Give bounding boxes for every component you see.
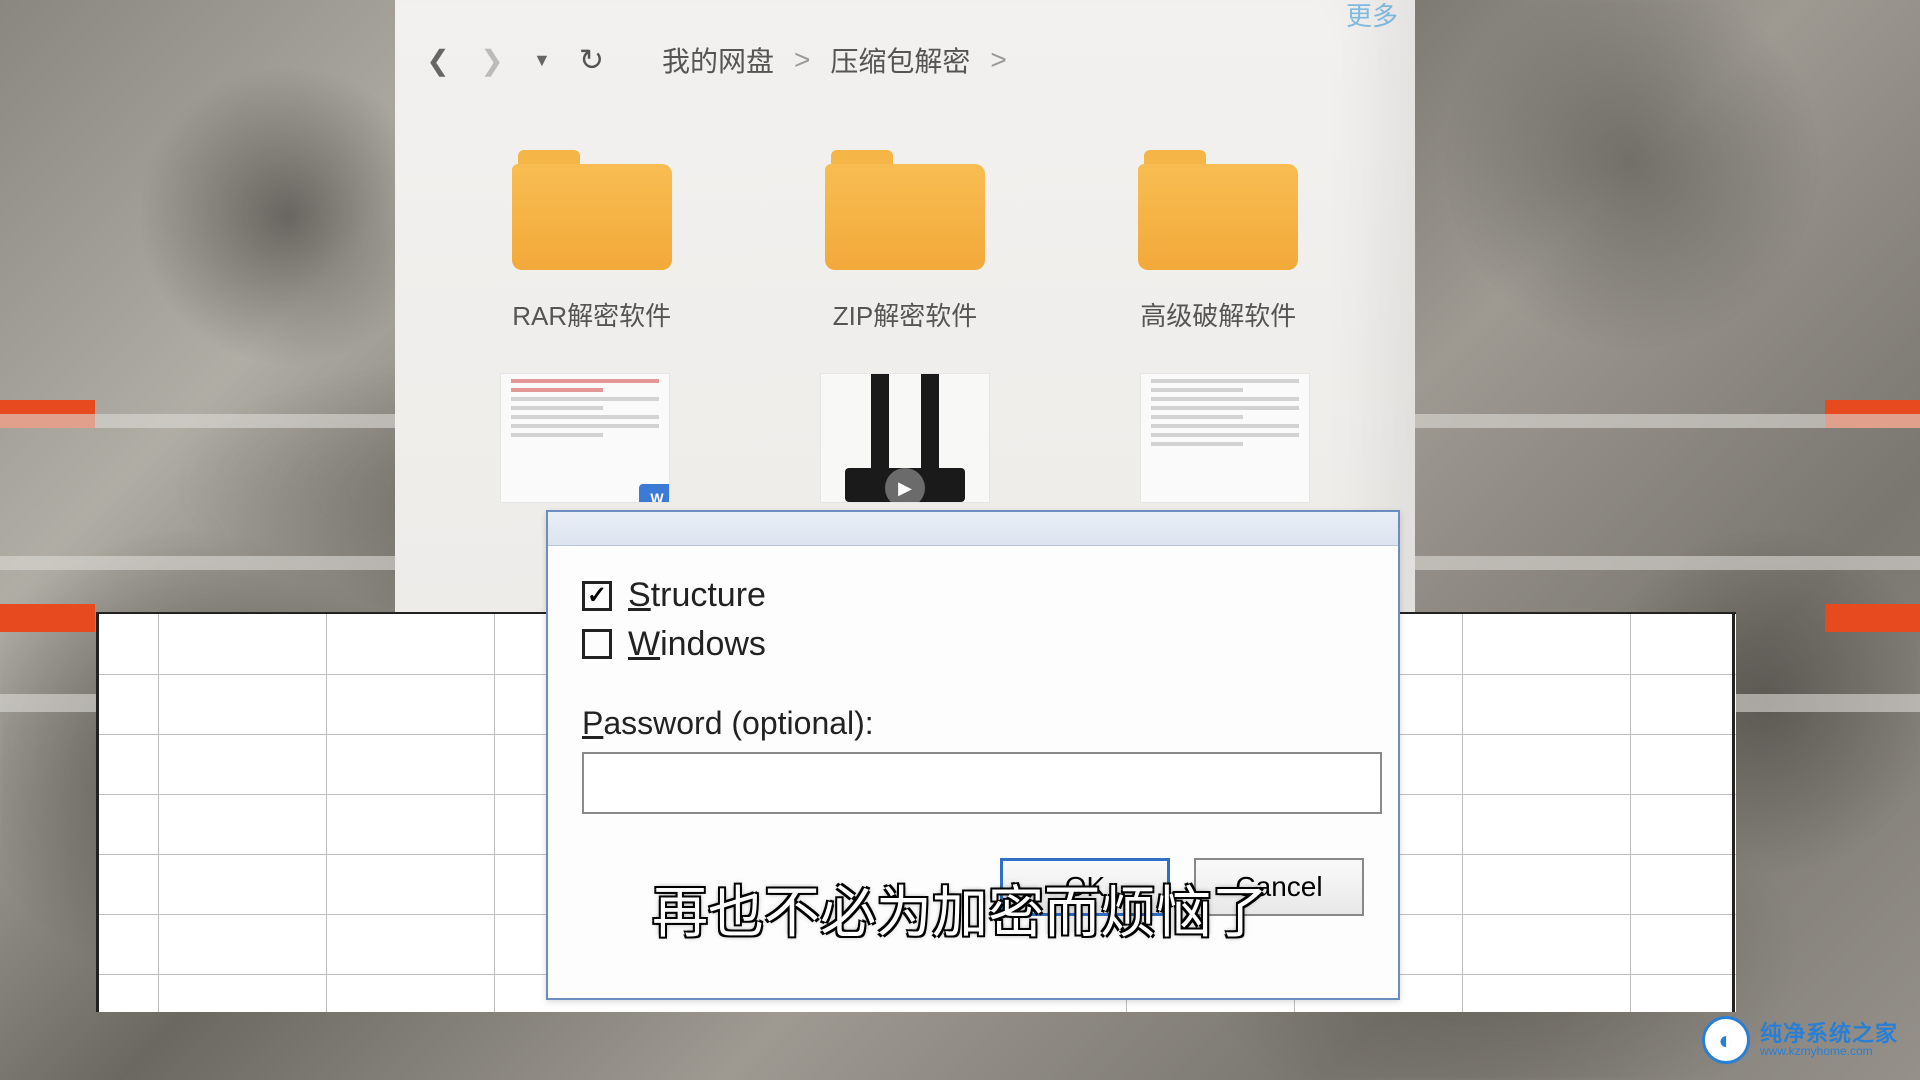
breadcrumb-sep: >	[794, 44, 810, 76]
structure-checkbox[interactable]: ✓	[582, 581, 612, 611]
watermark-title: 纯净系统之家	[1760, 1022, 1898, 1045]
glitch-accent	[1825, 604, 1920, 632]
history-dropdown-icon[interactable]: ▼	[533, 50, 551, 71]
watermark-url: www.kzmyhome.com	[1760, 1045, 1898, 1058]
folder-icon	[825, 150, 985, 270]
checkbox-row-windows: Windows	[582, 625, 1364, 663]
file-thumb-row: W ▶	[395, 353, 1415, 503]
checkbox-row-structure: ✓ Structure	[582, 576, 1364, 615]
folder-item-rar[interactable]: RAR解密软件	[512, 150, 672, 333]
folder-item-advanced[interactable]: 高级破解软件	[1138, 150, 1298, 333]
watermark-logo-icon: ◐	[1702, 1016, 1750, 1064]
password-input[interactable]	[582, 752, 1382, 814]
more-link[interactable]: 更多	[1346, 0, 1398, 33]
folder-grid: RAR解密软件 ZIP解密软件 高级破解软件	[395, 100, 1415, 353]
windows-checkbox-label: Windows	[628, 625, 766, 663]
structure-checkbox-label: Structure	[628, 576, 766, 615]
file-thumb-video[interactable]: ▶	[820, 373, 990, 503]
folder-icon	[1138, 150, 1298, 270]
watermark: ◐ 纯净系统之家 www.kzmyhome.com	[1702, 1016, 1898, 1064]
file-thumb-text[interactable]	[1140, 373, 1310, 503]
word-badge-icon: W	[639, 484, 670, 503]
password-label: Password (optional):	[582, 705, 1364, 742]
breadcrumb-root[interactable]: 我的网盘	[662, 40, 774, 80]
glitch-accent	[0, 604, 95, 632]
play-icon: ▶	[885, 468, 925, 503]
breadcrumb: 我的网盘 > 压缩包解密 >	[662, 40, 1007, 80]
subtitle-caption: 再也不必为加密而烦恼了	[652, 868, 1268, 949]
folder-label: ZIP解密软件	[833, 296, 977, 333]
breadcrumb-folder[interactable]: 压缩包解密	[830, 40, 970, 80]
folder-label: 高级破解软件	[1140, 296, 1296, 333]
dialog-titlebar[interactable]	[548, 512, 1398, 546]
refresh-icon[interactable]: ↻	[579, 43, 604, 78]
folder-label: RAR解密软件	[512, 296, 671, 333]
windows-checkbox[interactable]	[582, 629, 612, 659]
forward-icon[interactable]: ❯	[479, 44, 505, 77]
back-icon[interactable]: ❮	[425, 44, 451, 77]
folder-item-zip[interactable]: ZIP解密软件	[825, 150, 985, 333]
breadcrumb-sep: >	[990, 44, 1006, 76]
file-thumb-doc[interactable]: W	[500, 373, 670, 503]
nav-toolbar: ❮ ❯ ▼ ↻ 我的网盘 > 压缩包解密 >	[395, 0, 1415, 100]
folder-icon	[512, 150, 672, 270]
